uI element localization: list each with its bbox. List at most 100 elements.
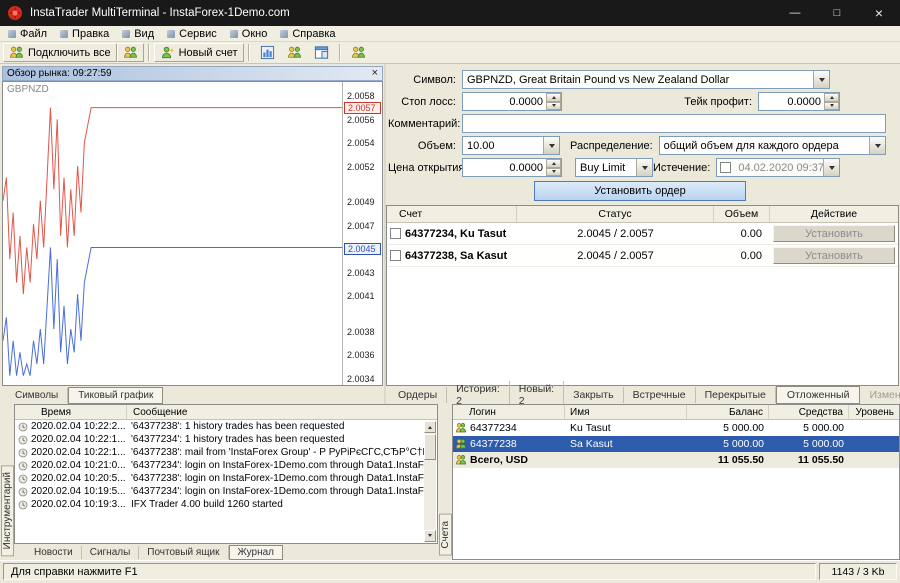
market-watch-toggle-button[interactable] — [254, 43, 281, 62]
account-name: Ku Tasut — [565, 420, 687, 436]
order-tab[interactable]: Ордеры — [389, 387, 447, 403]
column-header-level[interactable]: Уровень — [849, 405, 899, 419]
journal-row[interactable]: 2020.02.04 10:22:1... '64377238': mail f… — [15, 446, 424, 459]
spinner-buttons[interactable] — [824, 93, 839, 110]
maximize-button[interactable]: □ — [816, 0, 858, 26]
menu-item[interactable]: Правка — [55, 26, 117, 41]
spinner-buttons[interactable] — [546, 159, 561, 176]
order-row[interactable]: 64377234, Ku Tasut 2.0045 / 2.0057 0.00 … — [387, 223, 898, 245]
people-icon — [9, 45, 24, 60]
journal-tab[interactable]: Сигналы — [82, 546, 140, 559]
market-watch-tab[interactable]: Символы — [6, 388, 68, 403]
expiry-date-select[interactable]: 04.02.2020 09:37 — [716, 158, 840, 177]
toolbox-side-tab[interactable]: Инструментарий — [1, 465, 14, 556]
clock-icon — [18, 448, 28, 458]
close-button[interactable]: × — [858, 0, 900, 26]
chevron-down-icon[interactable] — [636, 159, 652, 176]
column-header-login[interactable]: Логин — [453, 405, 565, 419]
journal-scrollbar[interactable] — [424, 421, 436, 542]
order-tab[interactable]: Отложенный — [776, 386, 861, 404]
tick-chart[interactable]: GBPNZD 2.0057 2.0045 2.00582.00562.00542… — [2, 81, 383, 386]
set-order-button[interactable]: Установить — [773, 225, 895, 242]
scroll-thumb[interactable] — [424, 434, 436, 460]
scroll-up-icon[interactable] — [424, 421, 436, 433]
journal-row[interactable]: 2020.02.04 10:22:2... '64377238': 1 hist… — [15, 420, 424, 433]
clock-icon — [18, 487, 28, 497]
connect-all-button[interactable]: Подключить все — [3, 43, 117, 62]
menu-item[interactable]: Окно — [225, 26, 276, 41]
journal-tab[interactable]: Новости — [26, 546, 82, 559]
menu-item[interactable]: Справка — [275, 26, 343, 41]
stop-loss-input[interactable]: 0.0000 — [462, 92, 562, 111]
expiry-checkbox[interactable] — [720, 162, 731, 173]
journal-row[interactable]: 2020.02.04 10:19:5... '64377234': login … — [15, 485, 424, 498]
column-header-time[interactable]: Время — [15, 405, 127, 419]
journal-tab[interactable]: Журнал — [229, 545, 284, 560]
column-header-balance[interactable]: Баланс — [687, 405, 769, 419]
market-watch-tab[interactable]: Тиковый график — [68, 387, 163, 404]
column-header-volume[interactable]: Объем — [714, 206, 770, 222]
order-type-select[interactable]: Buy Limit — [575, 158, 653, 177]
journal-time: 2020.02.04 10:22:2... — [31, 421, 131, 432]
menu-item[interactable]: Файл — [3, 26, 55, 41]
price-tick: 2.0036 — [347, 350, 375, 360]
account-row[interactable]: 64377238 Sa Kasut 5 000.00 5 000.00 — [453, 436, 899, 452]
panel-close-icon[interactable]: × — [372, 69, 378, 78]
place-order-button[interactable]: Установить ордер — [534, 181, 746, 201]
account-checkbox[interactable] — [390, 228, 401, 239]
calendar-dropdown-icon[interactable] — [823, 159, 839, 176]
order-tab[interactable]: Изменить — [860, 387, 900, 403]
column-header-status[interactable]: Статус — [517, 206, 714, 222]
column-header-account[interactable]: Счет — [387, 206, 517, 222]
order-tab[interactable]: Закрыть — [564, 387, 623, 403]
chevron-down-icon[interactable] — [543, 137, 559, 154]
accounts-side-tab[interactable]: Счета — [439, 514, 452, 556]
volume-label: Объем: — [388, 140, 462, 152]
accounts-toggle-button[interactable] — [281, 43, 308, 62]
column-header-message[interactable]: Сообщение — [127, 405, 437, 419]
column-header-name[interactable]: Имя — [565, 405, 687, 419]
volume-select[interactable]: 10.00 — [462, 136, 560, 155]
chevron-down-icon[interactable] — [813, 71, 829, 88]
minimize-button[interactable]: — — [774, 0, 816, 26]
account-row[interactable]: 64377234 Ku Tasut 5 000.00 5 000.00 — [453, 420, 899, 436]
tick-chart-plot[interactable]: GBPNZD — [3, 82, 342, 385]
chevron-down-icon[interactable] — [869, 137, 885, 154]
comment-input[interactable] — [462, 114, 886, 133]
toolbox-toggle-button[interactable] — [308, 43, 335, 62]
clock-icon — [18, 500, 28, 510]
journal-row[interactable]: 2020.02.04 10:21:0... '64377234': login … — [15, 459, 424, 472]
window-title: InstaTrader MultiTerminal - InstaForex-1… — [30, 7, 774, 19]
symbol-select[interactable]: GBPNZD, Great Britain Pound vs New Zeala… — [462, 70, 830, 89]
column-header-action[interactable]: Действие — [770, 206, 898, 222]
order-tab[interactable]: Встречные — [624, 387, 696, 403]
account-row[interactable]: Всего, USD 11 055.50 11 055.50 — [453, 452, 899, 468]
order-tab[interactable]: Перекрытые — [696, 387, 776, 403]
open-price-input[interactable]: 0.0000 — [462, 158, 562, 177]
spinner-buttons[interactable] — [546, 93, 561, 110]
account-name — [565, 452, 687, 468]
column-header-equity[interactable]: Средства — [769, 405, 849, 419]
distribution-select[interactable]: общий объем для каждого ордера — [659, 136, 886, 155]
scroll-down-icon[interactable] — [424, 530, 436, 542]
account-checkbox[interactable] — [390, 250, 401, 261]
menu-bar: Файл Правка Вид Сервис Окно Справка — [0, 26, 900, 42]
chart-symbol-label: GBPNZD — [7, 84, 49, 95]
take-profit-input[interactable]: 0.0000 — [758, 92, 840, 111]
new-account-button[interactable]: Новый счет — [154, 43, 244, 62]
traders-button[interactable] — [345, 43, 372, 62]
market-watch-caption[interactable]: Обзор рынка: 09:27:59 × — [2, 66, 383, 81]
set-order-button[interactable]: Установить — [773, 247, 895, 264]
connect-selected-button[interactable] — [117, 43, 144, 62]
account-equity: 11 055.50 — [769, 452, 849, 468]
journal-row[interactable]: 2020.02.04 10:22:1... '64377234': 1 hist… — [15, 433, 424, 446]
menu-item[interactable]: Сервис — [162, 26, 225, 41]
account-level — [849, 436, 899, 452]
journal-row[interactable]: 2020.02.04 10:20:5... '64377238': login … — [15, 472, 424, 485]
menu-item[interactable]: Вид — [117, 26, 162, 41]
account-balance: 5 000.00 — [687, 420, 769, 436]
order-status: 2.0045 / 2.0057 — [517, 245, 714, 266]
journal-row[interactable]: 2020.02.04 10:19:3... IFX Trader 4.00 bu… — [15, 498, 424, 511]
journal-tab[interactable]: Почтовый ящик — [139, 546, 228, 559]
order-row[interactable]: 64377238, Sa Kasut 2.0045 / 2.0057 0.00 … — [387, 245, 898, 267]
